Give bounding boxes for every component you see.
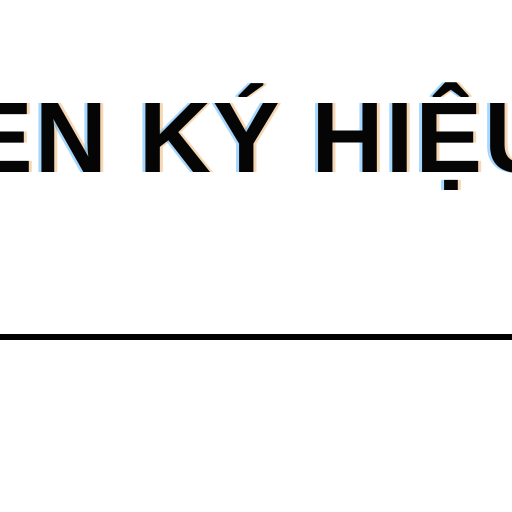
horizontal-rule bbox=[0, 334, 512, 340]
section-heading: EN KÝ HIỆU bbox=[0, 82, 512, 194]
document-page: EN KÝ HIỆU bbox=[0, 0, 512, 512]
